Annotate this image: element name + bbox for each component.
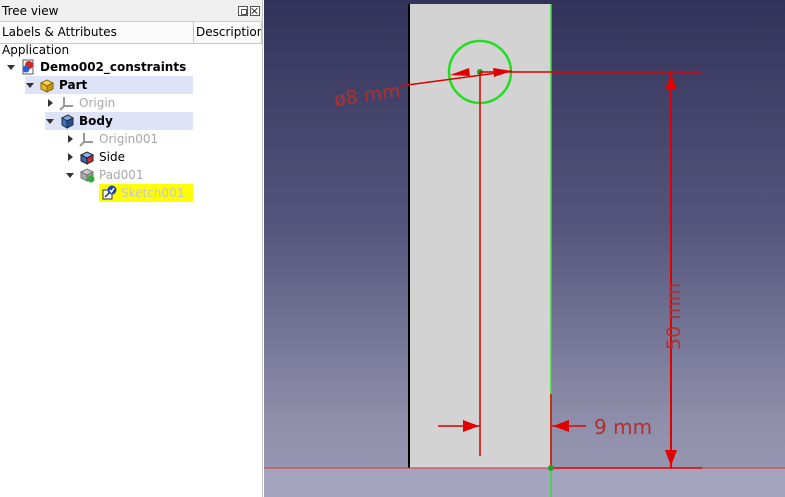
tree-item-label: Side	[99, 150, 125, 164]
tree-item-label: Sketch001	[121, 186, 185, 200]
tree-item-part[interactable]: Part	[25, 76, 193, 94]
expand-arrow-icon[interactable]	[65, 170, 75, 180]
expand-arrow-icon[interactable]	[6, 62, 16, 72]
tree-item-label: Part	[59, 78, 88, 92]
collapse-arrow-icon[interactable]	[65, 134, 75, 144]
diameter-label: ø8 mm	[333, 80, 402, 111]
tree-item-label: Pad001	[99, 168, 144, 182]
body-icon	[59, 113, 75, 129]
sketch-canvas[interactable]: ø8 mm 50 mm 9 mm	[264, 0, 785, 497]
tree-item-body[interactable]: Body	[45, 112, 193, 130]
sketch-icon	[101, 185, 117, 201]
tree-view-title: Tree view	[2, 3, 59, 18]
offset-label: 9 mm	[594, 415, 652, 439]
origin-icon	[79, 131, 95, 147]
tree-item-origin001[interactable]: Origin001	[65, 130, 158, 148]
tree-item-label: Origin	[79, 96, 116, 110]
collapse-arrow-icon[interactable]	[45, 98, 55, 108]
float-icon[interactable]	[238, 5, 248, 16]
expand-arrow-icon[interactable]	[45, 116, 55, 126]
viewport-bottom-area	[264, 468, 785, 497]
collapse-arrow-icon[interactable]	[65, 152, 75, 162]
3d-viewport[interactable]: ø8 mm 50 mm 9 mm	[264, 0, 785, 497]
close-icon[interactable]	[250, 5, 260, 16]
column-description[interactable]: Description	[194, 22, 262, 43]
column-labels-attributes[interactable]: Labels & Attributes	[0, 22, 194, 43]
feature-icon	[79, 149, 95, 165]
origin-point[interactable]	[548, 465, 554, 471]
expand-arrow-icon[interactable]	[25, 80, 35, 90]
tree-item-sketch001[interactable]: Sketch001	[99, 184, 193, 202]
tree-view-panel: Tree view Labels & Attributes Descriptio…	[0, 0, 263, 497]
application-label: Application	[2, 43, 70, 57]
tree-item-origin[interactable]: Origin	[45, 94, 115, 112]
part-icon	[39, 77, 55, 93]
pad-icon	[79, 167, 95, 183]
height-label: 50 mm	[663, 283, 685, 350]
tree-item-side[interactable]: Side	[65, 148, 125, 166]
tree-item-pad001[interactable]: Pad001	[65, 166, 144, 184]
origin-icon	[59, 95, 75, 111]
tree-item-document[interactable]: Demo002_constraints	[6, 58, 186, 76]
tree-item-label: Origin001	[99, 132, 159, 146]
tree-item-label: Body	[79, 114, 113, 128]
tree-root-application: Application	[2, 41, 69, 59]
tree-item-label: Demo002_constraints	[40, 60, 187, 74]
document-icon	[20, 59, 36, 75]
tree-view-title-bar: Tree view	[0, 0, 262, 22]
